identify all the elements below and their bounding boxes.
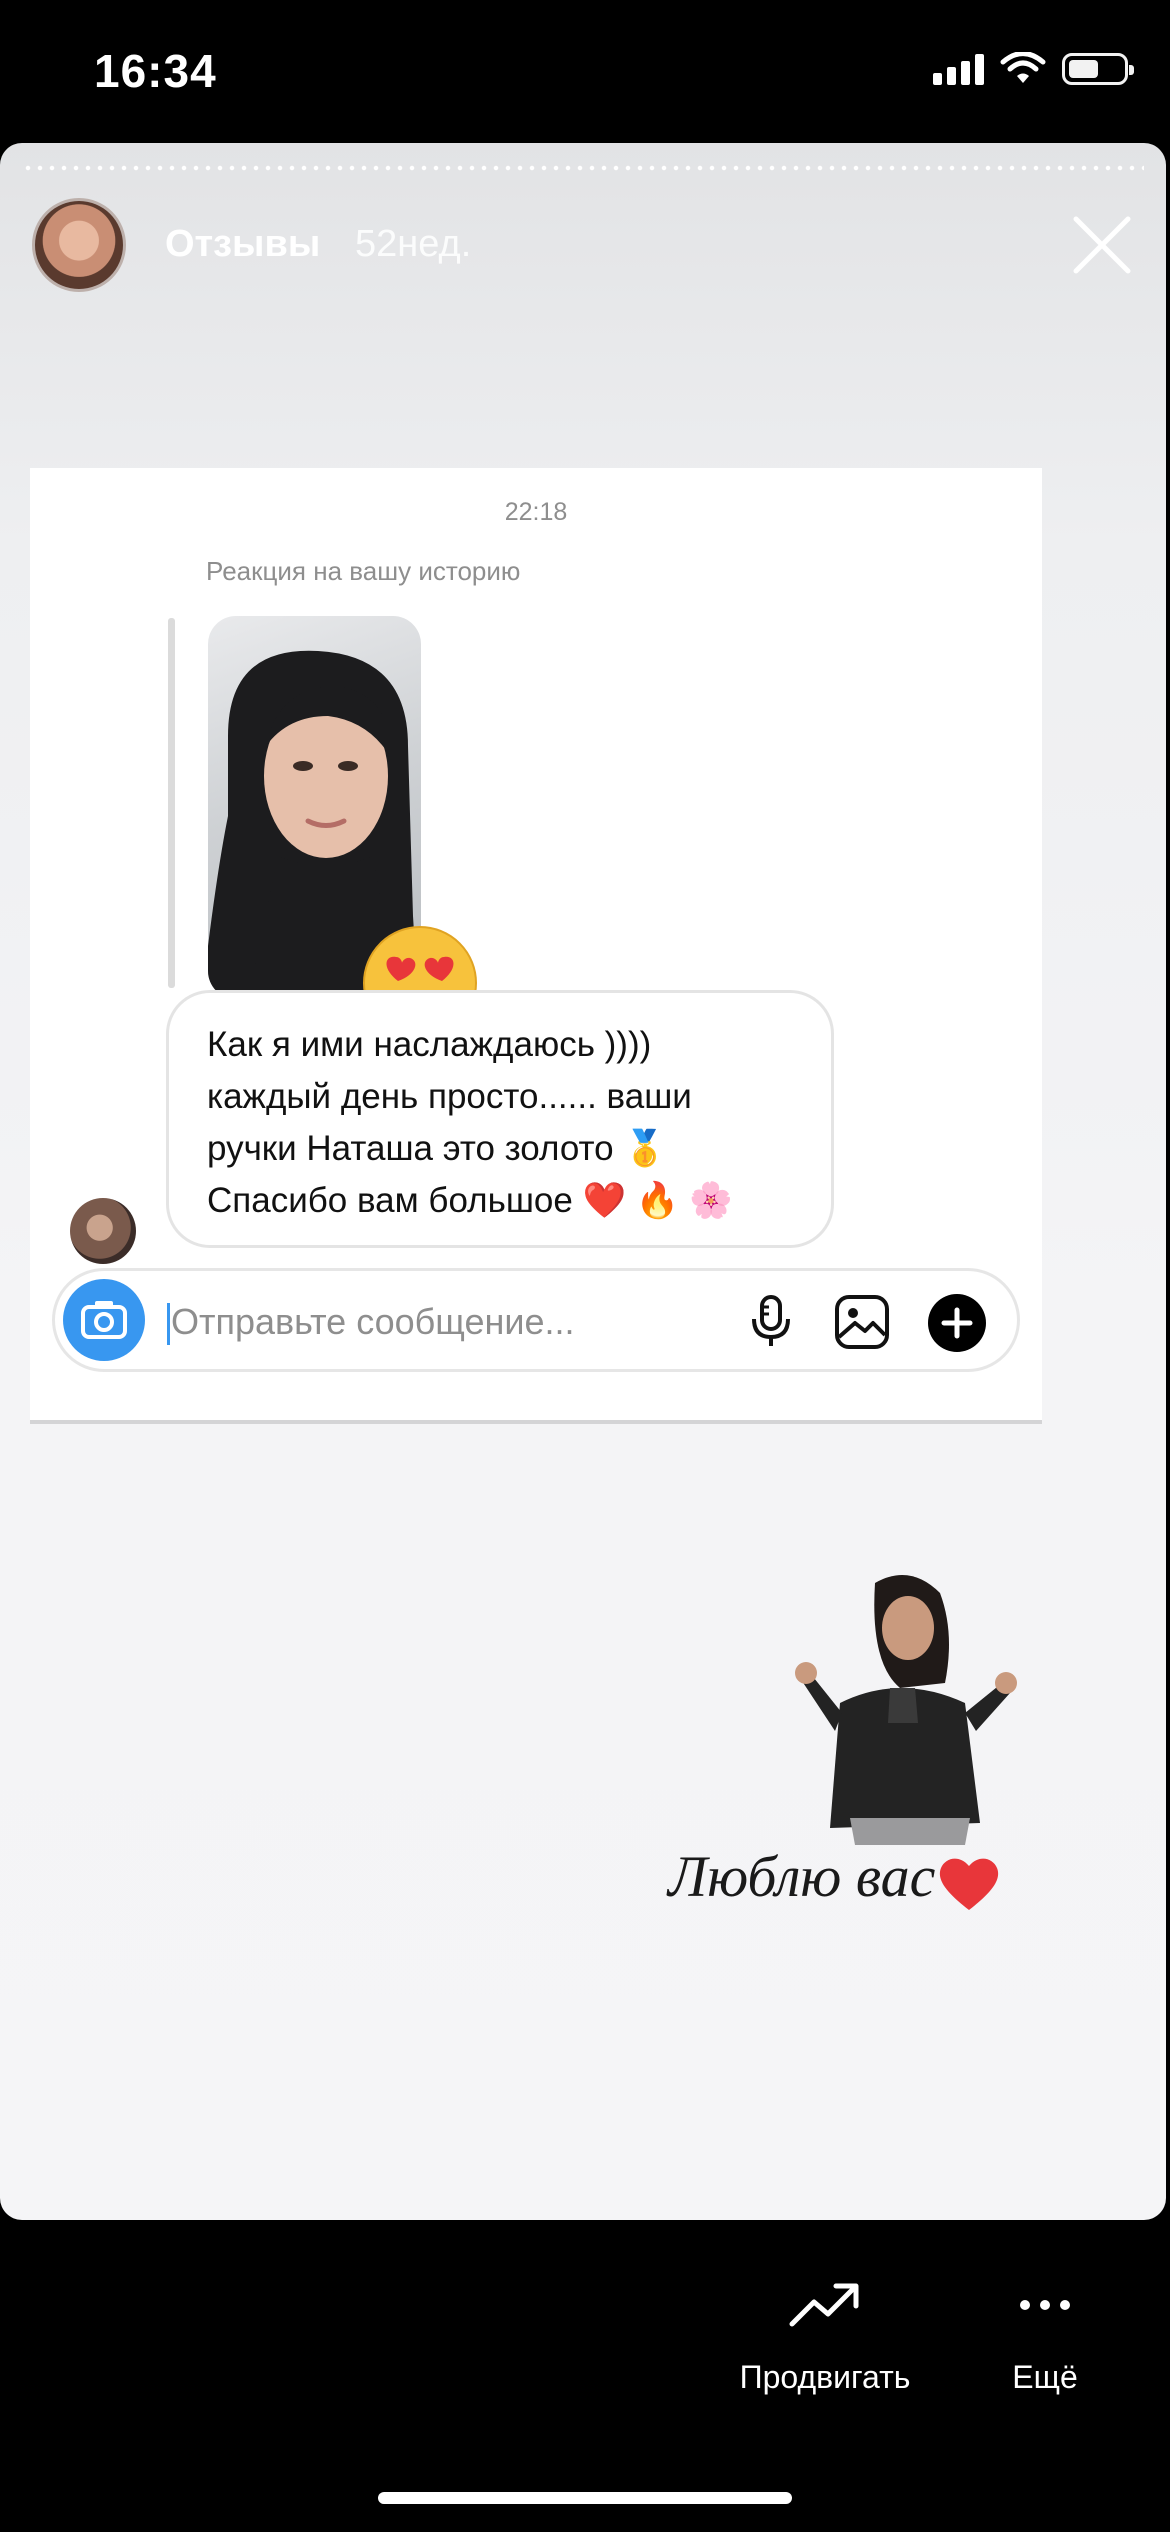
more-dots-icon (1020, 2300, 1070, 2310)
red-heart-icon (940, 1858, 999, 1910)
message-line: ручки Наташа это золото 🥇 (207, 1129, 667, 1168)
message-bubble[interactable]: Как я ими наслаждаюсь )))) каждый день п… (166, 990, 834, 1248)
wifi-icon (1000, 52, 1046, 83)
woman-sticker[interactable] (780, 1563, 1020, 1853)
message-line: Спасибо вам большое ❤️ 🔥 🌸 (207, 1181, 733, 1220)
trending-up-icon (789, 2283, 859, 2327)
post-age: 52нед. (355, 223, 472, 265)
cellular-signal-icon (933, 53, 984, 85)
message-line: каждый день просто...... ваши (207, 1077, 692, 1116)
author-name[interactable]: Отзывы (165, 223, 320, 266)
author-avatar[interactable] (32, 198, 126, 292)
text-cursor (167, 1303, 170, 1345)
story-progress-bar (22, 165, 1144, 171)
message-line: Как я ими наслаждаюсь )))) (207, 1025, 652, 1064)
sender-avatar[interactable] (70, 1198, 136, 1264)
story-caption: Люблю вас (668, 1843, 1001, 1912)
more-button[interactable]: Ещё (990, 2280, 1100, 2396)
status-icons (933, 52, 1134, 86)
battery-icon (1062, 53, 1134, 85)
more-label: Ещё (1012, 2359, 1078, 2395)
gallery-icon[interactable] (833, 1293, 891, 1351)
promote-label: Продвигать (739, 2359, 911, 2395)
chat-timestamp: 22:18 (504, 498, 568, 526)
camera-button[interactable] (63, 1279, 145, 1361)
chat-screenshot: 22:18 Реакция на вашу историю Как я ими … (30, 468, 1042, 1424)
story-card[interactable]: Отзывы 52нед. 22:18 Реакция на вашу исто… (0, 143, 1166, 2220)
message-composer[interactable]: Отправьте сообщение... (52, 1268, 1020, 1372)
status-time: 16:34 (94, 45, 217, 97)
battery-level (1069, 60, 1098, 78)
caption-text: Люблю вас (668, 1844, 936, 1909)
camera-icon (81, 1301, 127, 1339)
reaction-label: Реакция на вашу историю (206, 556, 521, 586)
microphone-icon[interactable] (743, 1293, 799, 1349)
reply-line (168, 618, 175, 988)
promote-button[interactable]: Продвигать (720, 2280, 930, 2396)
message-input[interactable]: Отправьте сообщение... (171, 1301, 575, 1343)
close-icon[interactable] (1070, 213, 1134, 277)
home-indicator[interactable] (378, 2492, 792, 2504)
plus-circle-icon[interactable] (927, 1293, 987, 1353)
